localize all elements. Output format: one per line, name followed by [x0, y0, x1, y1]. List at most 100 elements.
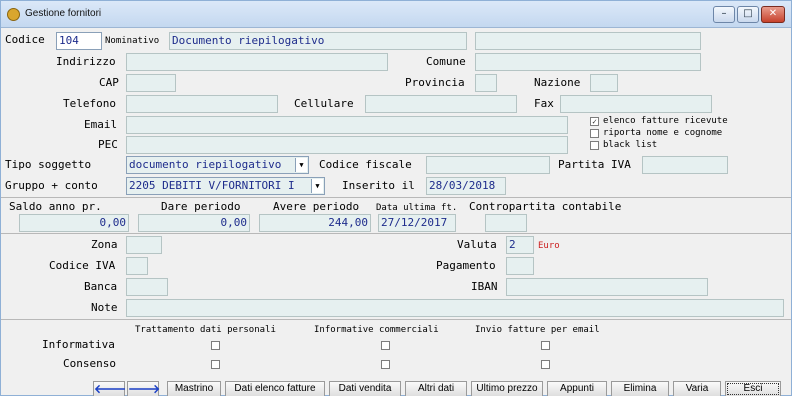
comune-field[interactable] — [475, 53, 701, 71]
app-icon — [7, 8, 20, 21]
riporta-nome-checkbox[interactable] — [590, 129, 599, 138]
close-button[interactable]: ✕ — [761, 6, 785, 23]
dare-periodo-field[interactable]: 0,00 — [138, 214, 250, 232]
esci-button[interactable]: Esci — [725, 381, 781, 396]
cellulare-field[interactable] — [365, 95, 517, 113]
zona-label: Zona — [91, 238, 118, 251]
valuta-field[interactable]: 2 — [506, 236, 534, 254]
informativa-trattamento-checkbox[interactable] — [211, 341, 220, 350]
avere-periodo-field[interactable]: 244,00 — [259, 214, 371, 232]
banca-field[interactable] — [126, 278, 168, 296]
chevron-down-icon: ▼ — [295, 158, 307, 172]
forward-arrow-icon[interactable]: 🡒 — [127, 381, 160, 396]
avere-periodo-label: Avere periodo — [273, 200, 360, 213]
trattamento-dati-header: Trattamento dati personali — [135, 325, 276, 335]
consenso-invio-checkbox[interactable] — [541, 360, 550, 369]
window-title: Gestione fornitori — [25, 8, 102, 19]
chevron-down-icon: ▼ — [311, 179, 323, 193]
altri-dati-button[interactable]: Altri dati — [405, 381, 467, 396]
black-list-checkbox[interactable] — [590, 141, 599, 150]
valuta-label: Valuta — [457, 238, 497, 251]
elimina-button[interactable]: Elimina — [611, 381, 669, 396]
comune-label: Comune — [426, 55, 466, 68]
consenso-trattamento-checkbox[interactable] — [211, 360, 220, 369]
gruppo-conto-select[interactable]: 2205 DEBITI V/FORNITORI I ▼ — [126, 177, 325, 195]
data-ultima-ft-label: Data ultima ft. — [376, 203, 458, 213]
banca-label: Banca — [84, 280, 118, 293]
mastrino-button[interactable]: Mastrino — [167, 381, 221, 396]
note-label: Note — [91, 301, 118, 314]
maximize-button[interactable]: □ — [737, 6, 759, 23]
email-field[interactable] — [126, 116, 568, 134]
section-divider — [1, 319, 791, 320]
codice-fiscale-label: Codice fiscale — [319, 158, 412, 171]
informativa-row-label: Informativa — [42, 338, 115, 351]
contropartita-field[interactable] — [485, 214, 527, 232]
inserito-il-field[interactable]: 28/03/2018 — [426, 177, 506, 195]
nominativo-label: Nominativo — [105, 36, 160, 46]
informative-commerciali-header: Informative commerciali — [314, 325, 439, 335]
indirizzo-label: Indirizzo — [56, 55, 116, 68]
zona-field[interactable] — [126, 236, 162, 254]
email-label: Email — [84, 118, 118, 131]
data-ultima-ft-field[interactable]: 27/12/2017 — [378, 214, 456, 232]
codice-fiscale-field[interactable] — [426, 156, 550, 174]
appunti-button[interactable]: Appunti — [547, 381, 607, 396]
cap-field[interactable] — [126, 74, 176, 92]
dare-periodo-label: Dare periodo — [161, 200, 241, 213]
ultimo-prezzo-button[interactable]: Ultimo prezzo — [471, 381, 543, 396]
inserito-il-label: Inserito il — [342, 179, 415, 192]
consenso-commerciali-checkbox[interactable] — [381, 360, 390, 369]
codice-field[interactable]: 104 — [56, 32, 102, 50]
consenso-row-label: Consenso — [63, 357, 116, 370]
dati-vendita-button[interactable]: Dati vendita — [329, 381, 401, 396]
indirizzo-field[interactable] — [126, 53, 388, 71]
telefono-field[interactable] — [126, 95, 278, 113]
telefono-label: Telefono — [63, 97, 116, 110]
contropartita-label: Contropartita contabile — [469, 200, 622, 213]
section-divider — [1, 197, 791, 198]
provincia-field[interactable] — [475, 74, 497, 92]
gruppo-conto-label: Gruppo + conto — [5, 179, 98, 192]
pagamento-label: Pagamento — [436, 259, 496, 272]
dati-elenco-fatture-button[interactable]: Dati elenco fatture — [225, 381, 325, 396]
back-arrow-icon[interactable]: 🡐 — [93, 381, 126, 396]
nazione-field[interactable] — [590, 74, 618, 92]
pec-field[interactable] — [126, 136, 568, 154]
cap-label: CAP — [99, 76, 119, 89]
section-divider — [1, 233, 791, 234]
note-field[interactable] — [126, 299, 784, 317]
nominativo2-field[interactable] — [475, 32, 701, 50]
partita-iva-label: Partita IVA — [558, 158, 631, 171]
tipo-soggetto-value: documento riepilogativo — [129, 158, 282, 171]
pagamento-field[interactable] — [506, 257, 534, 275]
saldo-anno-pr-label: Saldo anno pr. — [9, 200, 102, 213]
tipo-soggetto-select[interactable]: documento riepilogativo ▼ — [126, 156, 309, 174]
varia-button[interactable]: Varia — [673, 381, 721, 396]
nominativo-field[interactable]: Documento riepilogativo — [169, 32, 467, 50]
title-bar: Gestione fornitori – □ ✕ — [1, 1, 791, 28]
pec-label: PEC — [98, 138, 118, 151]
cellulare-label: Cellulare — [294, 97, 354, 110]
elenco-fatture-checkbox[interactable]: ✓ — [590, 117, 599, 126]
informativa-invio-checkbox[interactable] — [541, 341, 550, 350]
codice-label: Codice — [5, 33, 45, 46]
saldo-anno-pr-field[interactable]: 0,00 — [19, 214, 129, 232]
iban-field[interactable] — [506, 278, 708, 296]
black-list-label: black list — [603, 140, 658, 150]
fax-label: Fax — [534, 97, 554, 110]
iban-label: IBAN — [471, 280, 498, 293]
invio-fatture-email-header: Invio fatture per email — [475, 325, 600, 335]
minimize-button[interactable]: – — [713, 6, 735, 23]
gestione-fornitori-window: Gestione fornitori – □ ✕ Codice 104 Nomi… — [0, 0, 792, 396]
tipo-soggetto-label: Tipo soggetto — [5, 158, 92, 171]
gruppo-conto-value: 2205 DEBITI V/FORNITORI I — [129, 179, 295, 192]
valuta-description: Euro — [538, 241, 560, 251]
codice-iva-field[interactable] — [126, 257, 148, 275]
informativa-commerciali-checkbox[interactable] — [381, 341, 390, 350]
codice-iva-label: Codice IVA — [49, 259, 116, 272]
partita-iva-field[interactable] — [642, 156, 728, 174]
provincia-label: Provincia — [405, 76, 465, 89]
fax-field[interactable] — [560, 95, 712, 113]
nazione-label: Nazione — [534, 76, 581, 89]
